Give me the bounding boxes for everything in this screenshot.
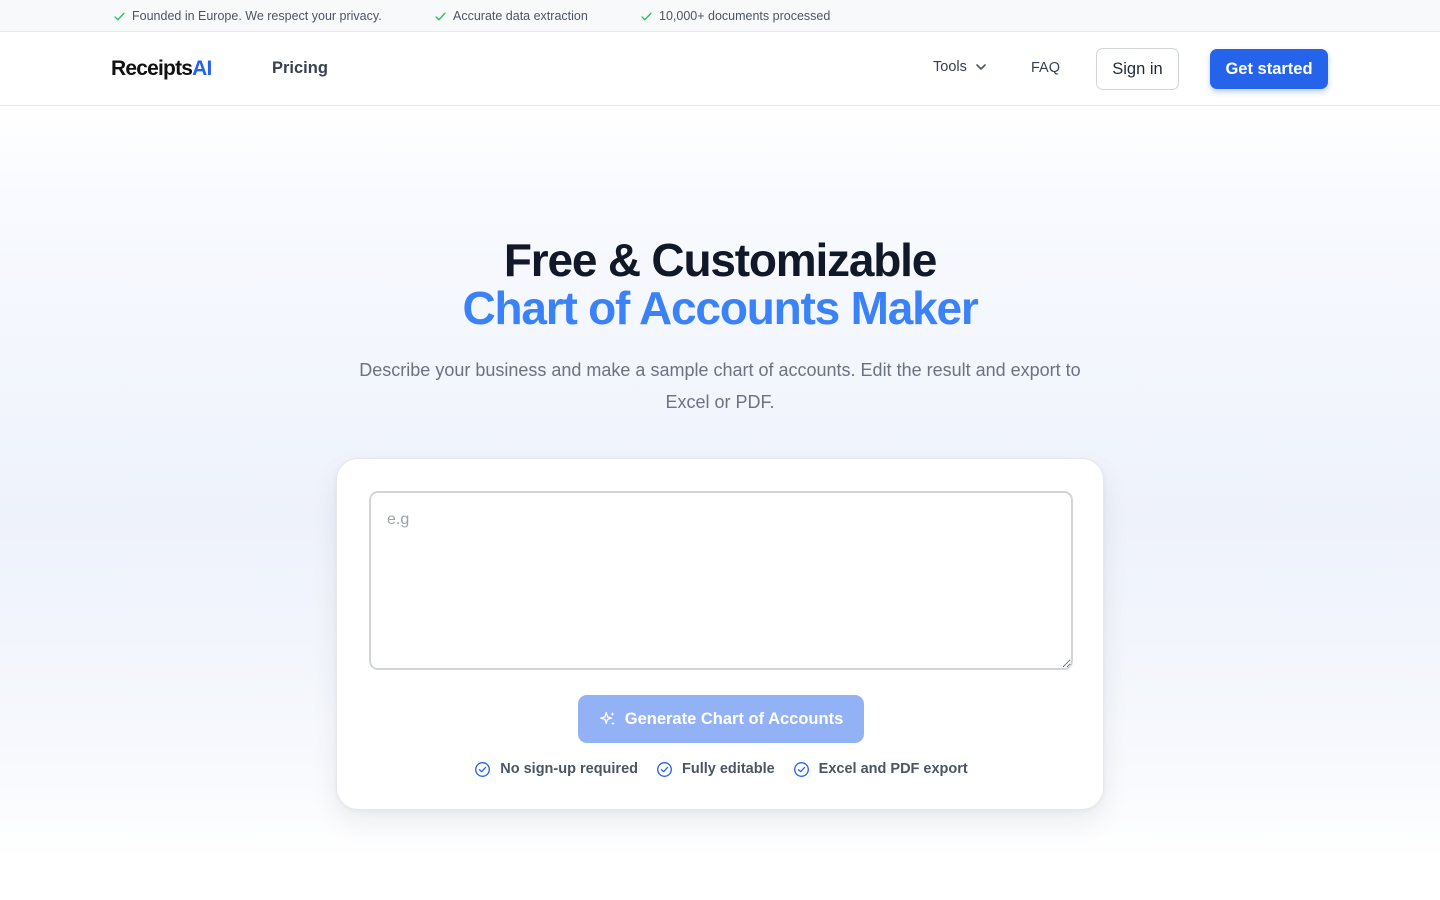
trust-item-label: Founded in Europe. We respect your priva… <box>132 9 382 23</box>
trust-bar: Founded in Europe. We respect your priva… <box>0 0 1440 32</box>
trust-item-label: 10,000+ documents processed <box>659 9 831 23</box>
business-description-input[interactable] <box>369 491 1073 670</box>
trust-item-privacy: Founded in Europe. We respect your priva… <box>113 0 382 32</box>
chevron-down-icon <box>976 64 986 70</box>
check-icon <box>641 12 652 20</box>
get-started-button[interactable]: Get started <box>1210 49 1328 89</box>
site-header: ReceiptsAI Pricing Tools FAQ Sign in Get… <box>0 33 1440 106</box>
hero-title-highlight: Chart of Accounts Maker <box>462 282 978 334</box>
hero-subtitle: Describe your business and make a sample… <box>359 360 1081 412</box>
sign-in-button[interactable]: Sign in <box>1096 48 1179 90</box>
check-circle-icon <box>793 761 809 777</box>
feature-item: Excel and PDF export <box>793 759 968 779</box>
nav-faq-link[interactable]: FAQ <box>1031 60 1060 76</box>
generate-button-label: Generate Chart of Accounts <box>624 709 844 728</box>
sparkles-icon <box>599 711 615 726</box>
logo[interactable]: ReceiptsAI <box>111 57 212 81</box>
feature-list: No sign-up required Fully editable Excel… <box>337 759 1105 779</box>
check-circle-icon <box>657 761 672 777</box>
logo-accent: AI <box>192 57 212 80</box>
generate-button[interactable]: Generate Chart of Accounts <box>578 695 864 743</box>
feature-label: No sign-up required <box>500 761 638 777</box>
logo-text: Receipts <box>111 57 193 80</box>
nav-tools-dropdown[interactable]: Tools <box>933 59 987 75</box>
feature-label: Excel and PDF export <box>818 761 968 777</box>
check-circle-icon <box>475 761 491 777</box>
check-icon <box>435 12 446 20</box>
hero-title: Free & Customizable <box>503 234 937 286</box>
trust-item-documents: 10,000+ documents processed <box>640 0 830 32</box>
check-icon <box>114 12 125 20</box>
feature-label: Fully editable <box>682 761 775 777</box>
feature-item: Fully editable <box>656 759 775 779</box>
nav-tools-label: Tools <box>933 59 967 75</box>
trust-item-accuracy: Accurate data extraction <box>434 0 588 32</box>
feature-item: No sign-up required <box>474 759 638 779</box>
trust-item-label: Accurate data extraction <box>453 9 588 23</box>
generator-card: Generate Chart of Accounts No sign-up re… <box>336 458 1104 810</box>
nav-pricing-link[interactable]: Pricing <box>272 59 328 78</box>
